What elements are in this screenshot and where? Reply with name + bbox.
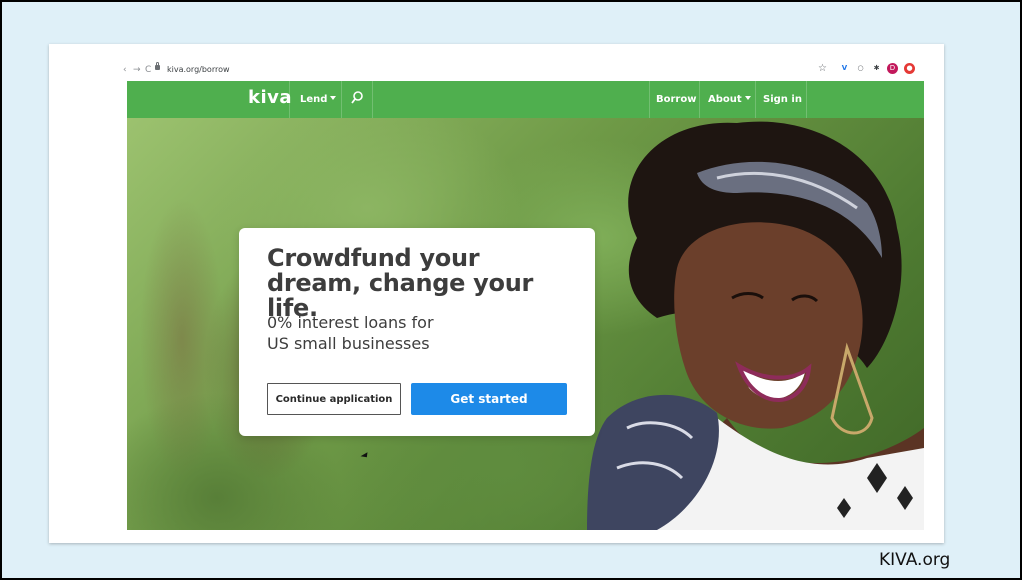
kiva-logo[interactable]: kiva: [248, 87, 292, 108]
continue-application-button[interactable]: Continue application: [267, 383, 401, 415]
top-navigation: kiva Lend Borrow About Sign in: [127, 81, 924, 118]
smiling-woman-photo: [587, 121, 924, 530]
get-started-button[interactable]: Get started: [411, 383, 567, 415]
nav-divider: [649, 81, 650, 118]
slide-background: ‹ → C kiva.org/borrow ☆ V ○ ✱ D ● kiva L…: [2, 2, 1020, 578]
nav-divider: [755, 81, 756, 118]
hero-banner-image: Crowdfund your dream, change your life. …: [127, 118, 924, 530]
nav-divider: [372, 81, 373, 118]
nav-divider: [806, 81, 807, 118]
profile-avatar-icon[interactable]: D: [887, 63, 898, 74]
hero-subline: 0% interest loans for US small businesse…: [267, 312, 567, 354]
about-menu[interactable]: About: [708, 93, 751, 106]
lock-icon: [155, 62, 160, 70]
hero-subline-line-2: US small businesses: [267, 334, 430, 353]
lend-label: Lend: [300, 94, 328, 105]
caret-down-icon: [330, 96, 337, 100]
hero-subline-line-1: 0% interest loans for: [267, 313, 434, 332]
forward-icon[interactable]: →: [133, 64, 141, 76]
nav-divider: [341, 81, 342, 118]
address-bar[interactable]: kiva.org/borrow: [167, 64, 230, 76]
red-extension-icon[interactable]: ●: [904, 63, 915, 74]
kiva-page: kiva Lend Borrow About Sign in Crowdfund…: [127, 81, 924, 530]
browser-window: ‹ → C kiva.org/borrow ☆ V ○ ✱ D ● kiva L…: [49, 44, 944, 543]
about-label: About: [708, 94, 742, 105]
lend-menu[interactable]: Lend: [300, 93, 337, 106]
nav-divider: [289, 81, 290, 118]
hero-card: Crowdfund your dream, change your life. …: [239, 228, 595, 436]
star-icon[interactable]: ☆: [817, 63, 828, 74]
circle-extension-icon[interactable]: ○: [855, 63, 866, 74]
back-icon[interactable]: ‹: [123, 64, 127, 76]
slide-caption: KIVA.org: [879, 550, 951, 570]
puzzle-extension-icon[interactable]: ✱: [871, 63, 882, 74]
caret-down-icon: [744, 96, 751, 100]
hero-headline: Crowdfund your dream, change your life.: [267, 244, 534, 322]
browser-toolbar: ‹ → C kiva.org/borrow ☆ V ○ ✱ D ●: [49, 60, 944, 80]
reload-icon[interactable]: C: [145, 64, 151, 76]
vee-extension-icon[interactable]: V: [839, 63, 850, 74]
sign-in-link[interactable]: Sign in: [763, 93, 802, 106]
nav-divider: [699, 81, 700, 118]
borrow-link[interactable]: Borrow: [656, 93, 696, 106]
search-icon[interactable]: [351, 91, 363, 109]
